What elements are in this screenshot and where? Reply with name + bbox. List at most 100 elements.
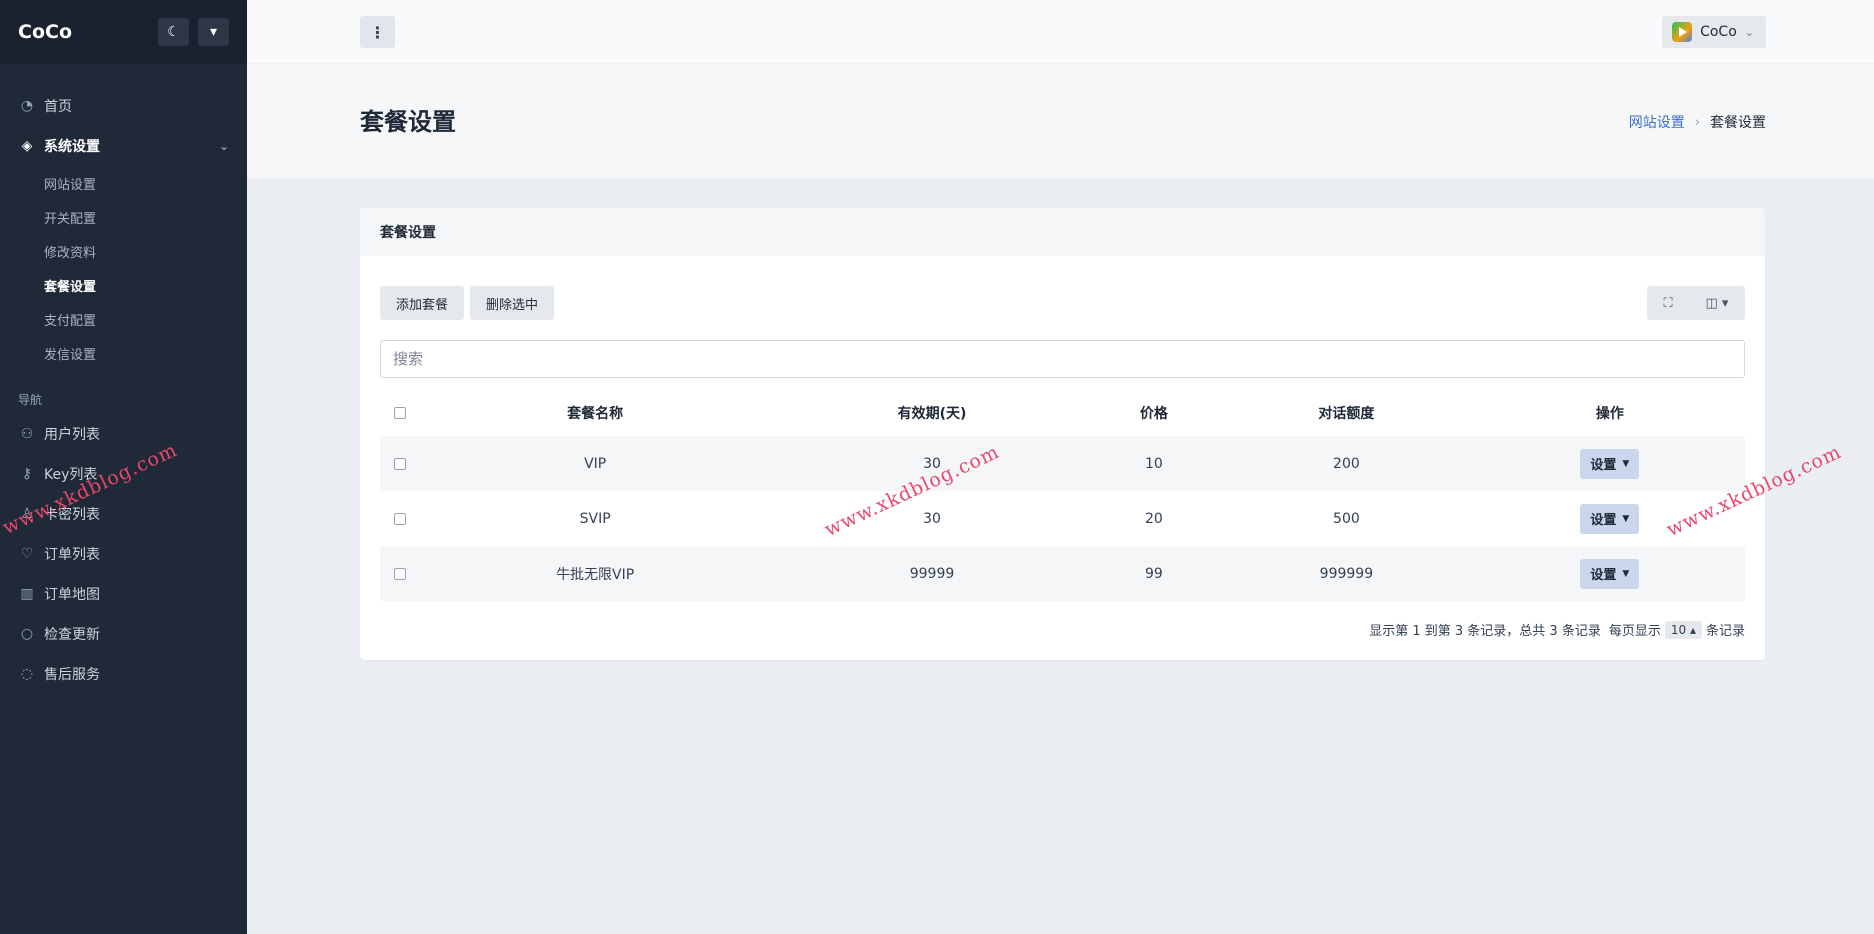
caret-up-icon: ▴	[1689, 622, 1696, 637]
sidebar-nav: ◔ 首页 ◈ 系统设置 ⌄ 网站设置 开关配置 修改资料 套餐设置 支付配置 发…	[0, 64, 247, 694]
sidebar-item-system-settings[interactable]: ◈ 系统设置 ⌄	[0, 126, 247, 166]
cell-price: 20	[1144, 510, 1163, 527]
row-select-cell	[380, 436, 416, 491]
settings-dropdown-button[interactable]: 设置 ▼	[1580, 503, 1640, 534]
table-toolbar: 添加套餐 删除选中	[380, 286, 555, 320]
settings-button-label: 设置	[1590, 513, 1617, 528]
cell-actions: 设置 ▼	[1474, 436, 1745, 491]
column-header-actions: 操作	[1595, 406, 1624, 422]
cell-name: 牛批无限VIP	[416, 546, 775, 601]
settings-button-label: 设置	[1590, 458, 1617, 473]
settings-dropdown-button[interactable]: 设置 ▼	[1580, 558, 1640, 589]
dashboard-icon: ◔	[20, 98, 34, 114]
column-header-days[interactable]: 有效期(天)	[774, 390, 1089, 436]
sidebar-item-user-list[interactable]: ⚇ 用户列表	[0, 414, 247, 454]
select-all-cell	[380, 390, 416, 436]
column-header-name[interactable]: 套餐名称	[416, 390, 774, 436]
sidebar-item-order-list[interactable]: ♡ 订单列表	[0, 534, 247, 574]
sidebar-item-label: 订单列表	[44, 547, 100, 563]
refresh-icon: ○	[20, 626, 34, 642]
brand-logo[interactable]: CoCo	[18, 21, 149, 43]
sidebar-item-check-update[interactable]: ○ 检查更新	[0, 614, 247, 654]
sidebar-item-home[interactable]: ◔ 首页	[0, 86, 247, 126]
cell-price: 10	[1089, 436, 1219, 491]
sidebar-section-heading: 导航	[18, 393, 43, 407]
sidebar-item-after-sales[interactable]: ◌ 售后服务	[0, 654, 247, 694]
column-header-quota[interactable]: 对话额度	[1218, 390, 1475, 436]
top-bar: ⋮ CoCo ⌄	[247, 0, 1874, 64]
heart-icon: ♡	[20, 546, 34, 562]
add-package-button[interactable]: 添加套餐	[380, 286, 465, 320]
key-icon: ⚷	[21, 466, 33, 482]
row-select-cell	[380, 491, 416, 546]
search-field	[380, 340, 1745, 378]
settings-button-label: 设置	[1590, 568, 1617, 583]
sidebar-item-label: 系统设置	[44, 139, 100, 155]
package-card: 套餐设置 添加套餐 删除选中 ⛶ ◫ ▾ 套餐名称 有效期(天) 价格 对话额度…	[360, 208, 1765, 660]
cell-days: 99999	[774, 546, 1090, 601]
table-tools: ⛶ ◫ ▾	[1647, 286, 1745, 320]
layers-icon: ◈	[21, 138, 33, 154]
user-menu-button[interactable]: CoCo ⌄	[1662, 16, 1766, 48]
breadcrumb-link[interactable]: 网站设置	[1629, 112, 1685, 132]
search-input[interactable]	[381, 341, 1744, 377]
cell-actions: 设置 ▼	[1474, 546, 1745, 601]
row-checkbox[interactable]	[394, 567, 406, 580]
cell-quota: 999999	[1218, 546, 1475, 601]
pagination: 显示第 1 到第 3 条记录，总共 3 条记录 每页显示 10 ▴ 条记录	[1369, 620, 1745, 639]
cell-price: 99	[1089, 546, 1219, 601]
row-select-cell	[380, 546, 416, 601]
per-page-suffix: 条记录	[1705, 624, 1745, 639]
more-vertical-icon: ⋮	[369, 22, 386, 42]
table-row: 牛批无限VIP 99999 99 999999 设置 ▼	[380, 546, 1745, 601]
settings-dropdown-button[interactable]: 设置 ▼	[1580, 448, 1640, 479]
sidebar-subitem-mail-settings[interactable]: 发信设置	[0, 336, 247, 370]
sidebar-subitem-switch-config[interactable]: 开关配置	[0, 200, 247, 234]
sidebar-subitem-site-settings[interactable]: 网站设置	[0, 166, 247, 200]
chevron-down-icon: ⌄	[1744, 25, 1754, 39]
per-page-value: 10	[1670, 622, 1687, 637]
sidebar-item-label: 首页	[44, 99, 72, 115]
username: CoCo	[1700, 24, 1737, 40]
page-header: 套餐设置 网站设置 › 套餐设置	[247, 64, 1874, 178]
table-row: VIP 30 10 200 设置 ▼	[380, 436, 1745, 491]
caret-down-icon: ▼	[1622, 513, 1630, 524]
row-checkbox[interactable]	[394, 512, 406, 525]
page-title: 套餐设置	[360, 108, 456, 136]
chevron-right-icon: ›	[1694, 114, 1700, 130]
users-icon: ⚇	[20, 426, 34, 442]
chat-icon: ◌	[20, 666, 34, 682]
caret-down-icon: ▼	[1622, 568, 1630, 579]
chevron-down-icon: ⌄	[218, 139, 229, 153]
sidebar-subitem-edit-profile[interactable]: 修改资料	[0, 234, 247, 268]
sidebar-subitem-payment-config[interactable]: 支付配置	[0, 302, 247, 336]
sidebar-subitem-package-settings[interactable]: 套餐设置	[0, 268, 247, 302]
sidebar-item-label: 售后服务	[44, 667, 100, 683]
cell-name: VIP	[416, 436, 775, 491]
table-row: SVIP 30 20 500 设置 ▼	[380, 491, 1745, 546]
table-header-row: 套餐名称 有效期(天) 价格 对话额度 操作	[380, 390, 1745, 436]
cell-quota: 500	[1333, 510, 1360, 527]
row-checkbox[interactable]	[394, 457, 406, 470]
select-all-checkbox[interactable]	[394, 407, 406, 419]
avatar	[1672, 22, 1693, 42]
sidebar-item-label: 用户列表	[44, 427, 100, 443]
sidebar-item-order-map[interactable]: ▥ 订单地图	[0, 574, 247, 614]
more-menu-button[interactable]: ⋮	[360, 16, 395, 48]
cell-days: 30	[923, 510, 941, 527]
pin-sidebar-button[interactable]: ▾	[198, 18, 229, 46]
breadcrumb: 网站设置 › 套餐设置	[1629, 112, 1766, 132]
per-page-prefix: 每页显示	[1608, 624, 1661, 639]
column-header-price[interactable]: 价格	[1090, 390, 1218, 436]
per-page-select[interactable]: 10 ▴	[1664, 620, 1702, 639]
pin-icon: ▾	[209, 24, 218, 40]
fullscreen-button[interactable]: ⛶	[1647, 286, 1689, 320]
dark-mode-toggle[interactable]: ☾	[158, 18, 189, 46]
caret-down-icon: ▼	[1622, 458, 1630, 469]
cell-quota: 200	[1218, 436, 1475, 491]
expand-icon: ⛶	[1663, 295, 1673, 311]
moon-icon: ☾	[167, 24, 180, 40]
delete-selected-button[interactable]: 删除选中	[470, 286, 555, 320]
columns-button[interactable]: ◫ ▾	[1689, 286, 1745, 320]
map-icon: ▥	[20, 586, 34, 602]
